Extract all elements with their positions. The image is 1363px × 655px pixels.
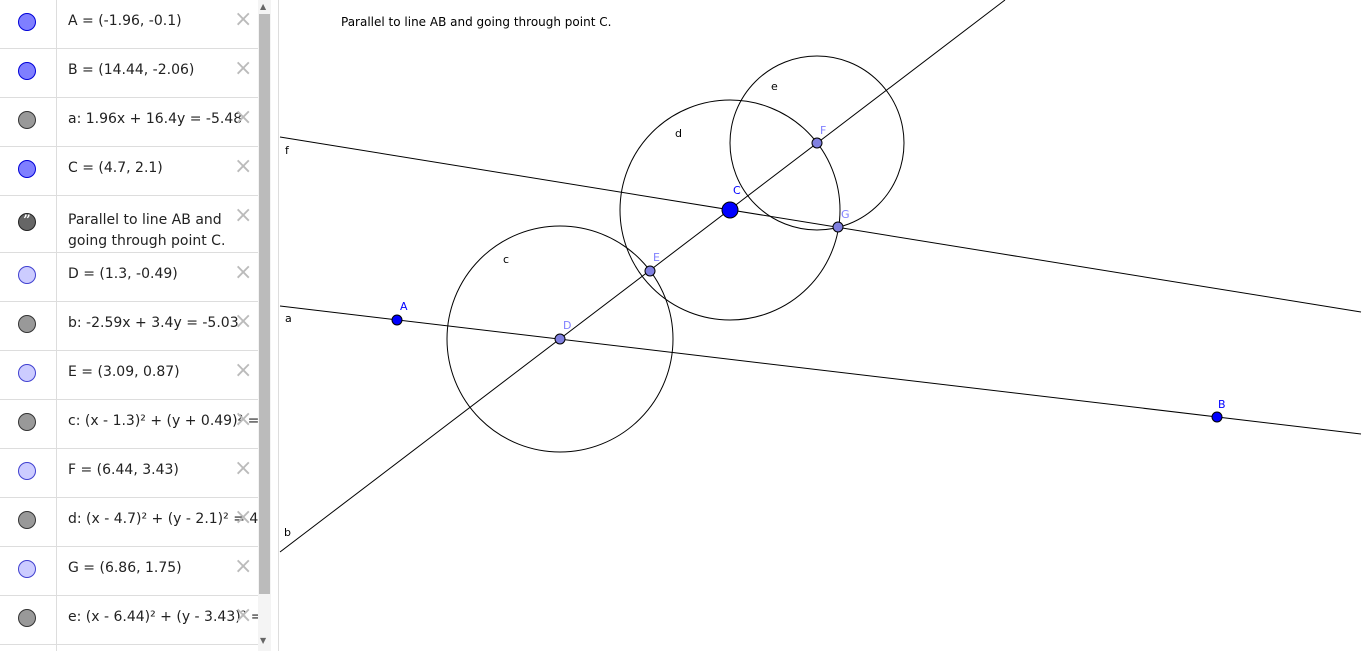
label-G: G xyxy=(841,208,850,221)
scroll-up-icon[interactable]: ▲ xyxy=(260,2,266,11)
text-quote-icon[interactable]: ” xyxy=(18,213,36,231)
algebra-item-label[interactable]: A = (-1.96, -0.1) xyxy=(68,13,182,29)
delete-icon[interactable]: × xyxy=(234,9,252,31)
label-b: b xyxy=(284,526,291,539)
delete-icon[interactable]: × xyxy=(234,311,252,333)
algebra-item-label[interactable]: d: (x - 4.7)² + (y - 2.1)² = 4.79 xyxy=(68,511,258,527)
algebra-item-label[interactable]: E = (3.09, 0.87) xyxy=(68,364,180,380)
algebra-item-label[interactable]: C = (4.7, 2.1) xyxy=(68,160,163,176)
point-A[interactable] xyxy=(391,314,403,326)
algebra-row[interactable]: b: -2.59x + 3.4y = -5.03 × xyxy=(0,302,258,351)
algebra-row[interactable]: A = (-1.96, -0.1) × xyxy=(0,0,258,49)
algebra-row[interactable]: E = (3.09, 0.87) × xyxy=(0,351,258,400)
algebra-item-label[interactable]: a: 1.96x + 16.4y = -5.48 xyxy=(68,111,242,127)
label-D: D xyxy=(563,319,571,332)
visibility-toggle[interactable] xyxy=(18,13,36,31)
visibility-toggle[interactable] xyxy=(18,62,36,80)
delete-icon[interactable]: × xyxy=(234,605,252,627)
algebra-item-label[interactable]: B = (14.44, -2.06) xyxy=(68,62,194,78)
algebra-item-label[interactable]: e: (x - 6.44)² + (y - 3.43)² = 3 xyxy=(68,609,258,625)
visibility-toggle[interactable] xyxy=(18,160,36,178)
delete-icon[interactable]: × xyxy=(234,58,252,80)
algebra-row[interactable]: C = (4.7, 2.1) × xyxy=(0,147,258,196)
label-A: A xyxy=(400,300,408,313)
algebra-row[interactable]: c: (x - 1.3)² + (y + 0.49)² = 5.0× xyxy=(0,400,258,449)
delete-icon[interactable]: × xyxy=(234,262,252,284)
label-c: c xyxy=(503,253,509,266)
delete-icon[interactable]: × xyxy=(234,556,252,578)
graphics-view[interactable]: Parallel to line AB and going through po… xyxy=(279,0,1363,651)
algebra-item-label[interactable]: b: -2.59x + 3.4y = -5.03 xyxy=(68,315,239,331)
label-B: B xyxy=(1218,398,1226,411)
algebra-row[interactable]: e: (x - 6.44)² + (y - 3.43)² = 3 × xyxy=(0,596,258,645)
delete-icon[interactable]: × xyxy=(234,409,252,431)
caption-text[interactable]: Parallel to line AB and going through po… xyxy=(341,15,611,29)
algebra-item-label[interactable]: c: (x - 1.3)² + (y + 0.49)² = 5.0 xyxy=(68,413,258,429)
line-f[interactable] xyxy=(279,136,1362,313)
delete-icon[interactable]: × xyxy=(234,360,252,382)
visibility-toggle[interactable] xyxy=(18,462,36,480)
algebra-row[interactable]: d: (x - 4.7)² + (y - 2.1)² = 4.79× xyxy=(0,498,258,547)
line-a[interactable] xyxy=(279,305,1362,435)
visibility-toggle[interactable] xyxy=(18,413,36,431)
delete-icon[interactable]: × xyxy=(234,507,252,529)
algebra-row[interactable]: F = (6.44, 3.43) × xyxy=(0,449,258,498)
label-C: C xyxy=(733,184,741,197)
point-F[interactable] xyxy=(811,137,823,149)
algebra-item-label[interactable]: G = (6.86, 1.75) xyxy=(68,560,182,576)
label-E: E xyxy=(653,251,660,264)
point-D[interactable] xyxy=(554,333,566,345)
label-f: f xyxy=(285,144,290,157)
algebra-row[interactable]: D = (1.3, -0.49) × xyxy=(0,253,258,302)
algebra-row[interactable]: a: 1.96x + 16.4y = -5.48 × xyxy=(0,98,258,147)
algebra-row[interactable]: B = (14.44, -2.06) × xyxy=(0,49,258,98)
label-a: a xyxy=(285,312,292,325)
visibility-toggle[interactable] xyxy=(18,266,36,284)
point-B[interactable] xyxy=(1211,411,1223,423)
algebra-view: A = (-1.96, -0.1) × B = (14.44, -2.06) × a: … xyxy=(0,0,258,651)
algebra-row[interactable]: G = (6.86, 1.75) × xyxy=(0,547,258,596)
label-e: e xyxy=(771,80,778,93)
scrollbar[interactable]: ▲ ▼ xyxy=(258,0,271,651)
visibility-toggle[interactable] xyxy=(18,511,36,529)
algebra-item-label[interactable]: Parallel to line AB and going through po… xyxy=(68,210,243,252)
algebra-row[interactable]: ” Parallel to line AB and going through p… xyxy=(0,196,258,253)
label-d: d xyxy=(675,127,682,140)
delete-icon[interactable]: × xyxy=(234,107,252,129)
visibility-toggle[interactable] xyxy=(18,609,36,627)
delete-icon[interactable]: × xyxy=(234,205,252,227)
visibility-toggle[interactable] xyxy=(18,560,36,578)
visibility-toggle[interactable] xyxy=(18,364,36,382)
point-E[interactable] xyxy=(644,265,656,277)
algebra-item-label[interactable]: D = (1.3, -0.49) xyxy=(68,266,178,282)
visibility-toggle[interactable] xyxy=(18,315,36,333)
algebra-item-label[interactable]: F = (6.44, 3.43) xyxy=(68,462,179,478)
delete-icon[interactable]: × xyxy=(234,156,252,178)
scroll-down-icon[interactable]: ▼ xyxy=(260,636,266,645)
label-F: F xyxy=(820,124,826,137)
scrollbar-thumb[interactable] xyxy=(259,14,270,594)
point-C[interactable] xyxy=(721,201,739,219)
point-G[interactable] xyxy=(832,221,844,233)
delete-icon[interactable]: × xyxy=(234,458,252,480)
visibility-toggle[interactable] xyxy=(18,111,36,129)
